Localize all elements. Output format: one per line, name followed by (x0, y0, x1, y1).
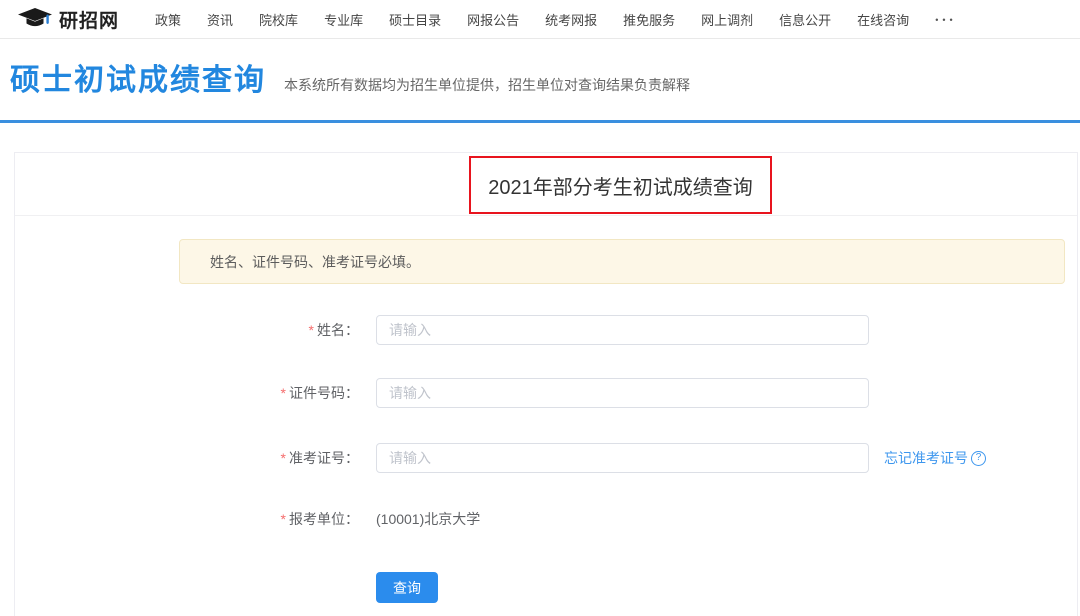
query-card: 2021年部分考生初试成绩查询 姓名、证件号码、准考证号必填。 *姓名： *证件… (14, 152, 1078, 616)
required-mark: * (309, 322, 314, 338)
id-number-input[interactable] (376, 378, 869, 408)
nav-item-adjustment[interactable]: 网上调剂 (701, 10, 753, 29)
nav-more-icon[interactable]: ••• (935, 13, 956, 25)
ticket-number-label: *准考证号： (15, 448, 359, 468)
page-title: 硕士初试成绩查询 (10, 66, 266, 96)
page: 研招网 政策 资讯 院校库 专业库 硕士目录 网报公告 统考网报 推免服务 网上… (0, 0, 1080, 616)
nav-item-master-catalog[interactable]: 硕士目录 (389, 10, 441, 29)
form-row-unit: *报考单位： (10001)北京大学 (15, 509, 1077, 529)
required-mark: * (281, 450, 286, 466)
page-header: 硕士初试成绩查询 本系统所有数据均为招生单位提供，招生单位对查询结果负责解释 (0, 39, 1080, 123)
name-label: *姓名： (15, 320, 359, 340)
nav-item-online-consult[interactable]: 在线咨询 (857, 10, 909, 29)
nav-item-exempt-service[interactable]: 推免服务 (623, 10, 675, 29)
page-subtitle: 本系统所有数据均为招生单位提供，招生单位对查询结果负责解释 (284, 75, 690, 95)
nav-item-colleges[interactable]: 院校库 (259, 10, 298, 29)
form-row-ticket-number: *准考证号： 忘记准考证号 ? (15, 443, 1077, 473)
nav-menu: 政策 资讯 院校库 专业库 硕士目录 网报公告 统考网报 推免服务 网上调剂 信… (155, 10, 957, 29)
form-row-id-number: *证件号码： (15, 378, 1077, 408)
nav-item-unified-exam[interactable]: 统考网报 (545, 10, 597, 29)
form-row-name: *姓名： (15, 315, 1077, 345)
forgot-ticket-link[interactable]: 忘记准考证号 ? (884, 448, 986, 468)
id-number-label: *证件号码： (15, 383, 359, 403)
card-title: 2021年部分考生初试成绩查询 (488, 171, 753, 200)
nav-item-info-disclosure[interactable]: 信息公开 (779, 10, 831, 29)
notice-banner: 姓名、证件号码、准考证号必填。 (179, 239, 1065, 284)
required-mark: * (281, 385, 286, 401)
nav-item-policy[interactable]: 政策 (155, 10, 181, 29)
logo-text: 研招网 (59, 6, 119, 33)
graduation-cap-icon (18, 8, 52, 30)
top-nav: 研招网 政策 资讯 院校库 专业库 硕士目录 网报公告 统考网报 推免服务 网上… (0, 0, 1080, 39)
form-row-submit: 查询 (15, 572, 1077, 603)
nav-item-announcements[interactable]: 网报公告 (467, 10, 519, 29)
nav-item-news[interactable]: 资讯 (207, 10, 233, 29)
query-button[interactable]: 查询 (376, 572, 438, 603)
nav-item-majors[interactable]: 专业库 (324, 10, 363, 29)
card-header: 2021年部分考生初试成绩查询 (15, 153, 1077, 216)
question-circle-icon: ? (971, 451, 986, 466)
notice-text: 姓名、证件号码、准考证号必填。 (210, 252, 420, 272)
name-input[interactable] (376, 315, 869, 345)
unit-value: (10001)北京大学 (376, 509, 480, 529)
required-mark: * (281, 511, 286, 527)
ticket-number-input[interactable] (376, 443, 869, 473)
unit-label: *报考单位： (15, 509, 359, 529)
red-annotation-box: 2021年部分考生初试成绩查询 (469, 156, 772, 214)
logo[interactable]: 研招网 (18, 6, 119, 33)
